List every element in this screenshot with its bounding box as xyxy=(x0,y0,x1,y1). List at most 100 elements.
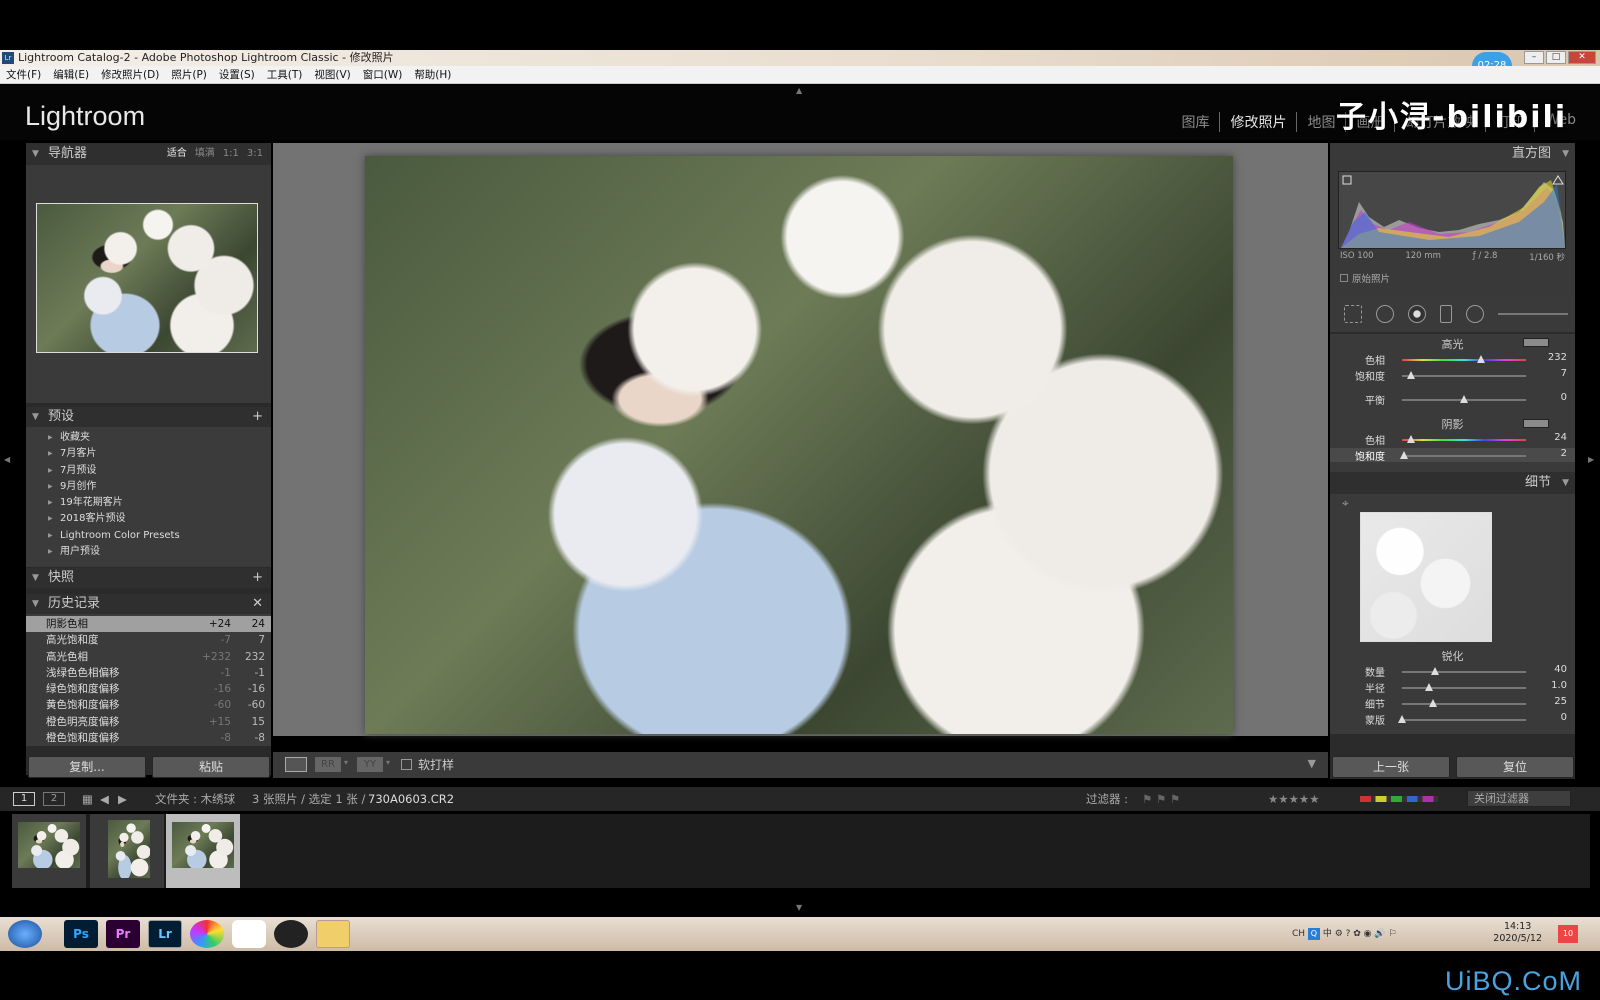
flag-filter-icon[interactable]: ⚑ ⚑ ⚑ xyxy=(1142,787,1180,811)
slider-thumb[interactable] xyxy=(1477,355,1486,363)
qq-input-icon[interactable]: Q xyxy=(1307,928,1320,940)
bottom-panel-toggle-icon[interactable]: ▼ xyxy=(796,903,802,912)
slider-track[interactable] xyxy=(1402,359,1526,361)
minimize-button[interactable]: – xyxy=(1524,51,1544,64)
left-panel-toggle-icon[interactable]: ◀ xyxy=(4,455,10,464)
slider-thumb[interactable] xyxy=(1431,667,1440,675)
shadows-saturation-slider[interactable]: 饱和度 2 xyxy=(1330,448,1575,463)
slider-thumb[interactable] xyxy=(1425,683,1434,691)
menu-window[interactable]: 窗口(W) xyxy=(363,66,403,83)
menu-help[interactable]: 帮助(H) xyxy=(414,66,451,83)
clear-history-icon[interactable]: ✕ xyxy=(252,594,263,614)
slider-thumb[interactable] xyxy=(1398,715,1406,723)
slider-thumb[interactable] xyxy=(1406,435,1415,443)
preset-folder[interactable]: 19年花期客片 xyxy=(26,495,271,511)
preset-folder[interactable]: 9月创作 xyxy=(26,479,271,495)
history-header[interactable]: 历史记录 ✕ xyxy=(26,594,271,614)
slider-track[interactable] xyxy=(1402,671,1526,673)
slider-value[interactable]: 0 xyxy=(1527,392,1567,403)
loupe-view-icon[interactable] xyxy=(285,757,307,772)
menu-photo[interactable]: 照片(P) xyxy=(171,66,207,83)
checkbox-icon[interactable] xyxy=(1340,274,1348,282)
menu-file[interactable]: 文件(F) xyxy=(6,66,41,83)
highlights-color-swatch[interactable] xyxy=(1523,338,1549,347)
target-adjust-icon[interactable]: ⌖ xyxy=(1342,496,1349,511)
highlights-saturation-slider[interactable]: 饱和度 7 xyxy=(1330,368,1575,383)
chevron-down-icon[interactable]: ▾ xyxy=(386,758,390,767)
module-library[interactable]: 图库 xyxy=(1171,112,1221,132)
menu-view[interactable]: 视图(V) xyxy=(314,66,350,83)
slider-value[interactable]: 24 xyxy=(1527,432,1567,443)
preset-folder[interactable]: 7月客片 xyxy=(26,446,271,462)
filmstrip-thumbnail-selected[interactable] xyxy=(166,814,240,888)
softproof-checkbox[interactable] xyxy=(401,759,412,770)
snapshots-header[interactable]: 快照 + xyxy=(26,568,271,588)
reset-button[interactable]: 复位 xyxy=(1456,756,1574,778)
slider-value[interactable]: 7 xyxy=(1527,368,1567,379)
back-arrow-icon[interactable]: ◀ xyxy=(100,787,109,811)
slider-track[interactable] xyxy=(1402,375,1526,377)
sharpening-slider[interactable]: 半径 1.0 xyxy=(1330,680,1575,695)
crop-tool-icon[interactable] xyxy=(1344,305,1362,323)
balance-slider[interactable]: 平衡 0 xyxy=(1330,392,1575,407)
redeye-icon[interactable] xyxy=(1408,305,1426,323)
filmstrip-thumbnail[interactable] xyxy=(90,814,164,888)
maximize-button[interactable]: □ xyxy=(1546,51,1566,64)
history-item[interactable]: 阴影色相 +24 24 xyxy=(26,616,271,633)
taskbar-photoshop[interactable]: Ps xyxy=(64,920,98,948)
original-photo-toggle[interactable]: 原始照片 xyxy=(1340,271,1390,285)
slider-value[interactable]: 40 xyxy=(1527,664,1567,675)
page-2-button[interactable]: 2 xyxy=(43,792,65,806)
histogram-header[interactable]: 直方图 ▼ xyxy=(1330,143,1575,165)
slider-track[interactable] xyxy=(1402,703,1526,705)
page-1-button[interactable]: 1 xyxy=(13,792,35,806)
close-button[interactable]: ✕ xyxy=(1568,51,1596,64)
grid-view-icon[interactable]: ▦ xyxy=(82,787,93,811)
slider-track[interactable] xyxy=(1402,439,1526,441)
slider-thumb[interactable] xyxy=(1406,371,1415,379)
shadows-color-swatch[interactable] xyxy=(1523,419,1549,428)
preset-folder[interactable]: 收藏夹 xyxy=(26,430,271,446)
taskbar-lightroom[interactable]: Lr xyxy=(148,920,182,948)
menu-edit[interactable]: 编辑(E) xyxy=(53,66,89,83)
history-item[interactable]: 高光饱和度 -7 7 xyxy=(26,632,271,648)
slider-thumb[interactable] xyxy=(1400,451,1409,459)
language-indicator[interactable]: CH xyxy=(1292,929,1305,939)
file-explorer-icon[interactable] xyxy=(316,920,350,948)
slider-value[interactable]: 232 xyxy=(1527,352,1567,363)
add-snapshot-icon[interactable]: + xyxy=(252,568,263,588)
collapse-icon[interactable]: ▼ xyxy=(1562,472,1569,494)
before-after-split-icon[interactable]: YY xyxy=(357,757,383,772)
slider-thumb[interactable] xyxy=(1429,699,1437,707)
sharpening-slider[interactable]: 数量 40 xyxy=(1330,664,1575,679)
history-item[interactable]: 橙色饱和度偏移 -8 -8 xyxy=(26,730,271,746)
histogram-graph[interactable] xyxy=(1338,171,1566,249)
preset-folder[interactable]: Lightroom Color Presets xyxy=(26,528,271,544)
current-filename[interactable]: 730A0603.CR2 xyxy=(368,787,454,811)
detail-header[interactable]: 细节 ▼ xyxy=(1330,472,1575,494)
zoom-1-1[interactable]: 1:1 xyxy=(223,143,239,165)
notification-badge[interactable]: 10 xyxy=(1558,925,1578,943)
navigator-preview[interactable] xyxy=(36,203,258,353)
module-develop[interactable]: 修改照片 xyxy=(1220,112,1298,132)
forward-arrow-icon[interactable]: ▶ xyxy=(118,787,127,811)
navigator-header[interactable]: 导航器 适合 填满 1:1 3:1 xyxy=(26,143,271,165)
sharpening-slider[interactable]: 蒙版 0 xyxy=(1330,712,1575,727)
spot-removal-icon[interactable] xyxy=(1376,305,1394,323)
preset-folder[interactable]: 2018客片预设 xyxy=(26,511,271,527)
folder-source[interactable]: 文件夹 : 木绣球 xyxy=(155,787,235,811)
add-preset-icon[interactable]: + xyxy=(252,407,263,427)
ime-mode[interactable]: 中 xyxy=(1323,929,1332,939)
graduated-filter-icon[interactable] xyxy=(1440,305,1452,323)
top-panel-toggle-icon[interactable]: ▲ xyxy=(796,86,802,95)
presets-header[interactable]: 预设 + xyxy=(26,407,271,427)
paste-settings-button[interactable]: 粘贴 xyxy=(152,756,270,778)
before-after-view-icon[interactable]: RR xyxy=(315,757,341,772)
shadows-hue-slider[interactable]: 色相 24 xyxy=(1330,432,1575,447)
color-wheel-app-icon[interactable] xyxy=(190,920,224,948)
previous-button[interactable]: 上一张 xyxy=(1332,756,1450,778)
collapse-icon[interactable]: ▼ xyxy=(1562,143,1569,165)
slider-value[interactable]: 0 xyxy=(1527,712,1567,723)
zoom-fit[interactable]: 适合 xyxy=(167,143,187,165)
menu-settings[interactable]: 设置(S) xyxy=(219,66,255,83)
